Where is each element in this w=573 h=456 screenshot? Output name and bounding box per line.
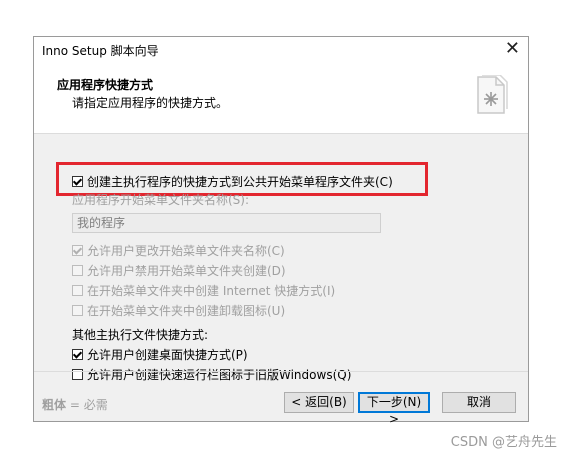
window-title: Inno Setup 脚本向导	[42, 44, 159, 58]
create-start-menu-label: 创建主执行程序的快捷方式到公共开始菜单程序文件夹(C)	[87, 175, 393, 189]
allow-change-name-option: 允许用户更改开始菜单文件夹名称(C)	[72, 242, 285, 259]
allow-change-name-label: 允许用户更改开始菜单文件夹名称(C)	[87, 244, 285, 258]
folder-name-input[interactable]: 我的程序	[72, 213, 381, 233]
desktop-shortcut-checkbox[interactable]	[72, 349, 83, 360]
wizard-header: 应用程序快捷方式 请指定应用程序的快捷方式。	[34, 63, 528, 134]
watermark-text: CSDN @艺舟先生	[450, 435, 557, 450]
internet-shortcut-checkbox	[72, 285, 83, 296]
quicklaunch-label: 允许用户创建快速运行栏图标于旧版Windows(Q)	[87, 368, 352, 382]
uninstall-icon-checkbox	[72, 305, 83, 316]
internet-shortcut-option: 在开始菜单文件夹中创建 Internet 快捷方式(I)	[72, 282, 335, 299]
desktop-shortcut-option[interactable]: 允许用户创建桌面快捷方式(P)	[72, 346, 248, 363]
create-start-menu-option[interactable]: 创建主执行程序的快捷方式到公共开始菜单程序文件夹(C)	[72, 173, 393, 190]
page-title: 应用程序快捷方式	[57, 78, 154, 92]
close-icon[interactable]: ✕	[505, 38, 520, 60]
allow-disable-label: 允许用户禁用开始菜单文件夹创建(D)	[87, 264, 286, 278]
required-note-rest: = 必需	[66, 398, 108, 412]
footer-divider	[34, 371, 528, 372]
required-note-bold: 粗体	[42, 398, 67, 412]
wizard-dialog: Inno Setup 脚本向导 ✕ 应用程序快捷方式 请指定应用程序的快捷方式。…	[33, 36, 529, 426]
quicklaunch-option[interactable]: 允许用户创建快速运行栏图标于旧版Windows(Q)	[72, 366, 351, 383]
back-button[interactable]: < 返回(B)	[284, 392, 354, 413]
folder-name-label: 应用程序开始菜单文件夹名称(S):	[72, 193, 250, 207]
allow-disable-option: 允许用户禁用开始菜单文件夹创建(D)	[72, 262, 286, 279]
uninstall-icon-label: 在开始菜单文件夹中创建卸载图标(U)	[87, 304, 286, 318]
page-subtitle: 请指定应用程序的快捷方式。	[72, 96, 229, 110]
next-button[interactable]: 下一步(N) >	[358, 392, 430, 426]
allow-change-name-checkbox	[72, 245, 83, 256]
cancel-button[interactable]: 取消	[442, 392, 516, 413]
allow-disable-checkbox	[72, 265, 83, 276]
document-star-icon	[477, 75, 508, 114]
uninstall-icon-option: 在开始菜单文件夹中创建卸载图标(U)	[72, 302, 285, 319]
desktop-shortcut-label: 允许用户创建桌面快捷方式(P)	[87, 348, 248, 362]
title-bar: Inno Setup 脚本向导 ✕	[34, 37, 528, 63]
internet-shortcut-label: 在开始菜单文件夹中创建 Internet 快捷方式(I)	[87, 284, 336, 298]
other-shortcuts-label: 其他主执行文件快捷方式:	[72, 328, 209, 342]
create-start-menu-checkbox[interactable]	[72, 176, 83, 187]
required-note: 粗体 = 必需	[42, 396, 108, 413]
wizard-body: 创建主执行程序的快捷方式到公共开始菜单程序文件夹(C) 应用程序开始菜单文件夹名…	[34, 133, 528, 382]
